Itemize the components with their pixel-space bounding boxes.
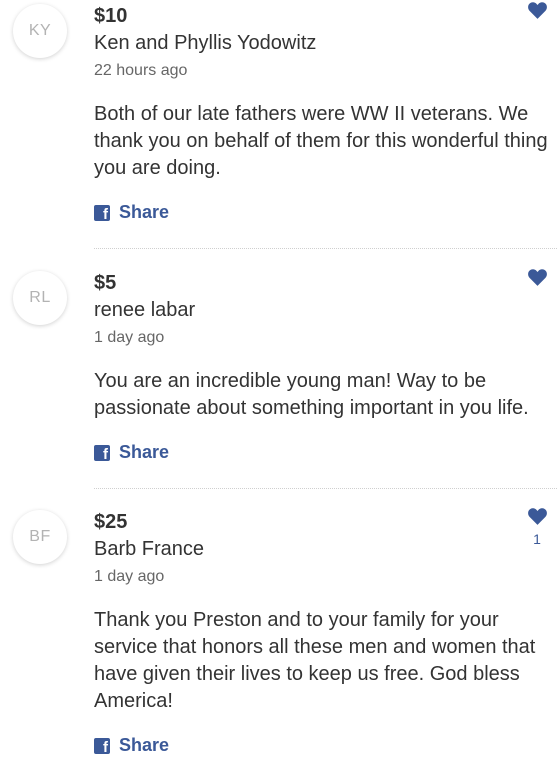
divider [94, 248, 557, 249]
facebook-icon: f [94, 444, 110, 462]
like-button[interactable] [527, 269, 547, 292]
donation-comment: Thank you Preston and to your family for… [94, 609, 536, 712]
heart-icon [527, 2, 547, 19]
donor-name: Ken and Phyllis Yodowitz [94, 32, 317, 54]
share-button[interactable]: f Share [94, 735, 169, 756]
donor-name: Barb France [94, 538, 205, 560]
share-label: Share [119, 442, 170, 462]
avatar: KY [13, 4, 67, 58]
heart-icon [527, 508, 547, 525]
donation-amount: $10 [94, 5, 128, 27]
heart-icon [527, 269, 547, 286]
facebook-icon: f [94, 737, 110, 755]
avatar: BF [13, 510, 67, 564]
share-label: Share [119, 202, 170, 222]
donation-amount: $5 [94, 272, 117, 294]
share-button[interactable]: f Share [94, 442, 169, 463]
donation-time: 22 hours ago [94, 62, 188, 79]
like-button[interactable] [527, 2, 547, 25]
donation-amount: $25 [94, 511, 128, 533]
facebook-icon: f [94, 204, 110, 222]
like-count: 1 [533, 531, 541, 547]
donation-time: 1 day ago [94, 329, 165, 346]
donation-time: 1 day ago [94, 568, 165, 585]
donor-name: renee labar [94, 299, 196, 321]
like-button[interactable]: 1 [527, 508, 547, 547]
divider [94, 488, 557, 489]
avatar: RL [13, 271, 67, 325]
donation-comment: You are an incredible young man! Way to … [94, 370, 529, 419]
donation-comment: Both of our late fathers were WW II vete… [94, 103, 548, 179]
share-label: Share [119, 735, 170, 755]
share-button[interactable]: f Share [94, 202, 169, 223]
